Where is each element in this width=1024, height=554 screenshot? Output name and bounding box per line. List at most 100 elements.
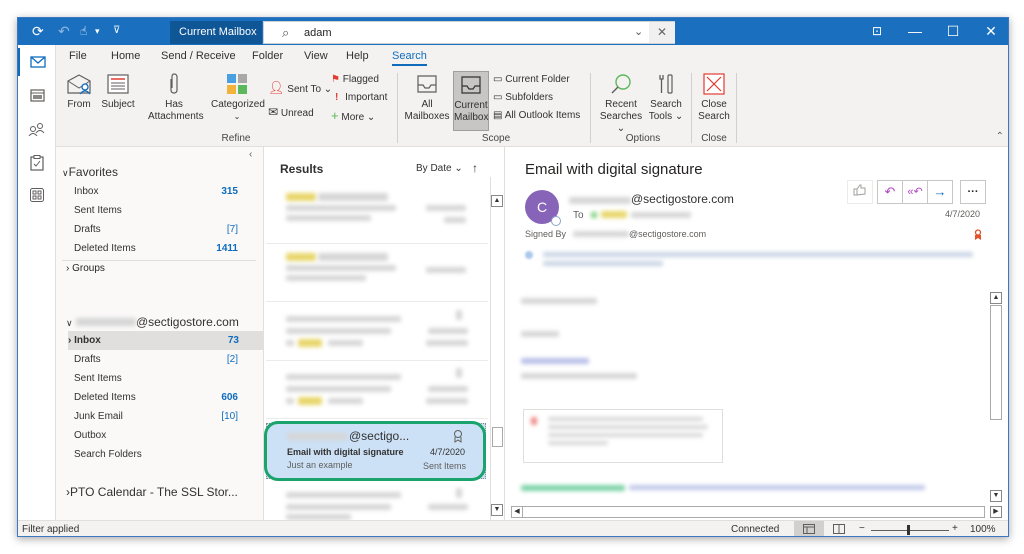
coauthor-icon[interactable]: ⊡ — [858, 18, 896, 45]
scroll-down-button[interactable]: ▼ — [990, 490, 1002, 502]
tab-search[interactable]: Search — [392, 50, 427, 66]
search-scope-dropdown[interactable]: Current Mailbox ⌄ — [170, 21, 262, 61]
tab-folder[interactable]: Folder — [252, 50, 283, 62]
reading-view-button[interactable] — [828, 521, 850, 536]
has-attachments-button[interactable]: Has Attachments — [148, 73, 204, 123]
folder-sent-items[interactable]: Sent Items — [74, 370, 238, 388]
favorite-inbox[interactable]: Inbox 315 — [74, 183, 238, 201]
folder-junk-email[interactable]: Junk Email [10] — [74, 408, 238, 426]
sync-icon[interactable]: ⟳ — [32, 23, 44, 39]
tab-send-receive[interactable]: Send / Receive — [161, 50, 236, 62]
zoom-slider-thumb[interactable] — [907, 525, 910, 535]
reading-pane-hscroll[interactable]: ◀ — [511, 506, 985, 518]
favorite-drafts[interactable]: Drafts [7] — [74, 221, 238, 239]
status-bar: Filter applied Connected − + 100% — [18, 520, 1008, 536]
favorite-sent-items[interactable]: Sent Items — [74, 202, 238, 220]
subfolders-button[interactable]: ▭ Subfolders — [493, 91, 553, 105]
favorite-deleted-items[interactable]: Deleted Items 1411 — [74, 240, 238, 258]
mail-icon[interactable] — [18, 48, 56, 76]
tab-home[interactable]: Home — [111, 50, 140, 62]
forward-button[interactable]: → — [927, 180, 953, 204]
unread-count: 1411 — [216, 243, 238, 254]
categorized-label: Categorized — [211, 99, 265, 110]
touch-dropdown-icon[interactable]: ▾ — [95, 23, 100, 39]
folder-outbox[interactable]: Outbox — [74, 427, 238, 445]
close-button[interactable]: ✕ — [972, 18, 1008, 45]
message-row[interactable] — [266, 362, 488, 419]
current-mailbox-button[interactable]: Current Mailbox — [453, 71, 489, 131]
recent-searches-label-1: Recent — [605, 99, 637, 110]
important-button[interactable]: ! Important — [331, 91, 387, 105]
scroll-thumb[interactable] — [990, 305, 1002, 420]
divider — [62, 260, 256, 261]
folder-drafts[interactable]: Drafts [2] — [74, 351, 238, 369]
tab-help[interactable]: Help — [346, 50, 369, 62]
collapse-folder-pane-icon[interactable]: ‹ — [249, 149, 252, 160]
scroll-up-button[interactable]: ▲ — [990, 292, 1002, 304]
scroll-left-button[interactable]: ◀ — [511, 506, 523, 518]
tab-file[interactable]: File — [69, 50, 87, 62]
people-icon[interactable] — [18, 115, 56, 143]
scroll-down-button[interactable]: ▼ — [491, 504, 503, 516]
search-dropdown-icon[interactable]: ⌄ — [634, 25, 643, 38]
more-actions-button[interactable]: ··· — [960, 180, 986, 204]
scroll-right-button[interactable]: ▶ — [990, 506, 1002, 518]
sort-dropdown[interactable]: By Date ⌄ — [416, 163, 463, 174]
apps-icon[interactable] — [18, 181, 56, 209]
current-folder-button[interactable]: ▭ Current Folder — [493, 73, 570, 87]
clear-search-button[interactable]: ✕ — [649, 22, 675, 43]
reply-all-button[interactable]: «↶ — [902, 180, 928, 204]
all-mailboxes-button[interactable]: All Mailboxes — [404, 73, 450, 123]
maximize-button[interactable]: ☐ — [934, 18, 972, 45]
from-button[interactable]: From — [64, 73, 94, 111]
search-scope-label: Current Mailbox — [179, 26, 257, 38]
message-row[interactable] — [266, 304, 488, 361]
message-list-scrollbar[interactable]: ▲ ▼ — [490, 177, 504, 520]
account-header[interactable]: ∨ @sectigostore.com — [66, 315, 239, 329]
recent-searches-button[interactable]: Recent Searches ⌄ — [598, 73, 644, 135]
touch-mode-icon[interactable]: ☝ — [80, 23, 87, 39]
reply-button[interactable]: ↶ — [877, 180, 903, 204]
groups-header[interactable]: › Groups — [66, 263, 105, 274]
undo-icon[interactable]: ↶ — [58, 23, 70, 39]
scroll-up-button[interactable]: ▲ — [491, 195, 503, 207]
folder-inbox[interactable]: › Inbox 73 — [68, 332, 239, 350]
pto-calendar-header[interactable]: ›PTO Calendar - The SSL Stor... — [66, 485, 238, 499]
search-tools-button[interactable]: Search Tools ⌄ — [648, 73, 684, 123]
broken-image-icon — [531, 417, 537, 425]
collapse-ribbon-icon[interactable]: ⌃ — [996, 131, 1004, 142]
message-row[interactable] — [266, 187, 488, 244]
calendar-icon[interactable] — [18, 81, 56, 109]
more-button[interactable]: + More ⌄ — [331, 109, 375, 125]
digital-signature-icon[interactable] — [974, 229, 982, 241]
sort-direction-button[interactable]: ↑ — [472, 161, 478, 175]
favorites-header[interactable]: ∨Favorites — [62, 165, 118, 179]
message-row[interactable] — [266, 245, 488, 302]
zoom-slider-track[interactable] — [871, 530, 949, 531]
folder-deleted-items[interactable]: Deleted Items 606 — [74, 389, 238, 407]
zoom-in-button[interactable]: + — [952, 523, 958, 534]
sender-email[interactable]: @sectigostore.com — [631, 192, 734, 206]
subject-button[interactable]: Subject — [100, 73, 136, 111]
search-input[interactable] — [304, 25, 604, 41]
all-outlook-items-button[interactable]: ▤ All Outlook Items — [493, 109, 580, 123]
ribbon-tabs: File Home Send / Receive Folder View Hel… — [56, 45, 1008, 69]
close-search-button[interactable]: Close Search — [696, 73, 732, 123]
reading-pane-vscroll[interactable]: ▲ ▼ — [990, 292, 1004, 504]
like-button[interactable] — [847, 180, 873, 204]
normal-view-button[interactable] — [794, 521, 824, 536]
redacted-text — [286, 504, 391, 510]
zoom-level[interactable]: 100% — [970, 524, 996, 535]
tasks-icon[interactable] — [18, 149, 56, 177]
zoom-out-button[interactable]: − — [859, 523, 865, 534]
minimize-button[interactable]: — — [896, 18, 934, 45]
flagged-button[interactable]: ⚑ Flagged — [331, 73, 379, 87]
unread-button[interactable]: ✉ Unread — [268, 105, 314, 121]
customize-toolbar-icon[interactable]: ⊽ — [113, 23, 120, 39]
flagged-label: Flagged — [342, 74, 379, 85]
scroll-thumb[interactable] — [492, 427, 503, 447]
tab-view[interactable]: View — [304, 50, 328, 62]
categorized-button[interactable]: Categorized ⌄ — [211, 73, 265, 123]
sent-to-button[interactable]: 👤︎ Sent To ⌄ — [268, 81, 332, 97]
folder-search-folders[interactable]: Search Folders — [74, 446, 238, 464]
